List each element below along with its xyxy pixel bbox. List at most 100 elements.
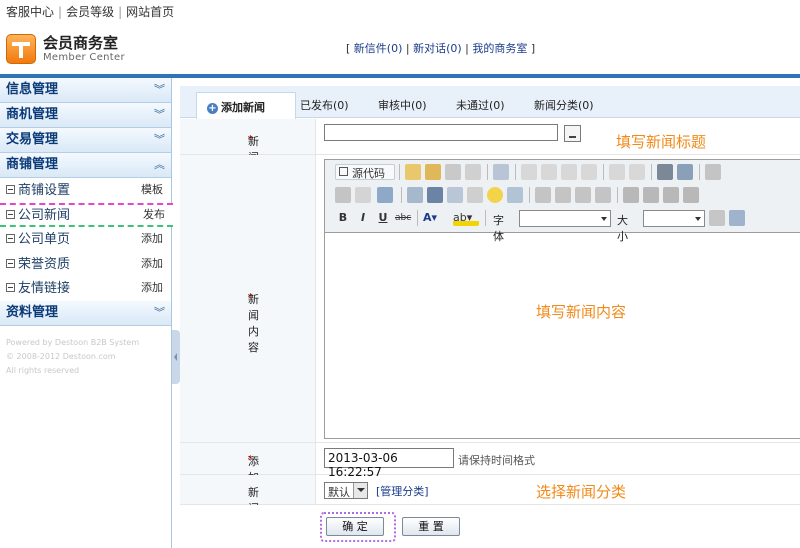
undo-icon[interactable] [609,164,625,180]
sidebar-item-honors[interactable]: 荣誉资质 添加 [0,252,171,277]
chevron-up-icon: ︽ [154,158,165,171]
link-customer-service[interactable]: 客服中心 [6,5,54,19]
tab-add-news[interactable]: + 添加新闻 [196,92,296,119]
add-time-input[interactable]: 2013-03-06 16:22:57 [324,448,454,479]
binoculars-icon[interactable] [657,164,673,180]
paste-icon[interactable] [425,164,441,180]
page-subtitle: Member Center [43,52,125,63]
plus-circle-icon: + [207,103,218,114]
tab-news-category[interactable]: 新闻分类(0) [534,97,594,113]
member-center-logo-icon [6,34,36,64]
sidebar-item-company-news[interactable]: 公司新闻 发布 [0,202,173,228]
tab-pending[interactable]: 审核中(0) [378,97,427,113]
link-my-office[interactable]: 我的商务室 [472,42,527,55]
fullscreen-icon[interactable] [729,210,745,226]
sidebar-menu-shop[interactable]: 商铺管理 ︽ [0,153,171,178]
header-links: [ 新信件(0) | 新对话(0) | 我的商务室 ] [346,42,536,55]
form-row-title: *新闻标题 填写新闻标题 [180,119,800,196]
align-right-icon[interactable] [663,187,679,203]
sidebar-action-add[interactable]: 添加 [141,227,163,251]
unlink-icon[interactable] [355,187,371,203]
cut-paste-icon[interactable] [405,164,421,180]
copy-icon[interactable] [541,164,557,180]
attachment-icon[interactable] [709,210,725,226]
sidebar-menu-business[interactable]: 商机管理 ︾ [0,103,171,128]
form-row-buttons: 确 定 重 置 [180,505,800,547]
date-format-hint: 请保持时间格式 [458,454,535,467]
title-style-dropdown[interactable] [564,125,581,142]
sidebar-item-friend-links[interactable]: 友情链接 添加 [0,276,171,301]
italic-icon[interactable]: I [355,210,371,226]
tab-published[interactable]: 已发布(0) [300,97,349,113]
anchor-icon[interactable] [377,187,393,203]
minus-box-icon [6,209,15,219]
sidebar-item-company-page[interactable]: 公司单页 添加 [0,227,171,252]
link-site-home[interactable]: 网站首页 [126,5,174,19]
news-title-input[interactable] [324,124,558,141]
paste-word-icon[interactable] [581,164,597,180]
header: 会员商务室 Member Center [ 新信件(0) | 新对话(0) | … [0,22,800,74]
sidebar-menu-info[interactable]: 信息管理 ︾ [0,78,171,103]
paste-text-icon[interactable] [561,164,577,180]
chevron-down-icon: ︾ [154,305,165,319]
minus-box-icon [6,185,15,194]
font-color-icon[interactable]: A▾ [423,210,449,226]
find-icon[interactable] [445,164,461,180]
chevron-down-icon [353,483,367,498]
manage-category-link[interactable]: [管理分类] [376,483,429,499]
chevron-down-icon: ︾ [154,133,165,146]
sidebar-action-add[interactable]: 添加 [141,252,163,276]
link-new-mail[interactable]: 新信件(0) [354,42,403,55]
confirm-button[interactable]: 确 定 [326,517,384,536]
redo-icon[interactable] [629,164,645,180]
font-size-select[interactable] [643,210,705,227]
tab-bar: + 添加新闻 已发布(0) 审核中(0) 未通过(0) 新闻分类(0) [180,86,800,119]
sidebar-action-template[interactable]: 模板 [141,178,163,202]
horizontal-rule-icon[interactable] [467,187,483,203]
print-icon[interactable] [465,164,481,180]
form-row-date: *添加时间 2013-03-06 16:22:57 请保持时间格式 [180,443,800,516]
image-icon[interactable] [407,187,423,203]
minus-box-icon [6,234,15,244]
table-icon[interactable] [447,187,463,203]
sidebar-menu-profile[interactable]: 资料管理 ︾ [0,300,171,326]
tab-rejected[interactable]: 未通过(0) [456,97,505,113]
align-justify-icon[interactable] [683,187,699,203]
sidebar-action-publish[interactable]: 发布 [143,205,165,225]
sidebar-item-shop-settings[interactable]: 商铺设置 模板 [0,178,171,203]
page-title: 会员商务室 [43,34,119,52]
indent-icon[interactable] [595,187,611,203]
eraser-icon[interactable] [705,164,721,180]
flash-icon[interactable] [427,187,443,203]
replace-icon[interactable] [677,164,693,180]
bullet-list-icon[interactable] [555,187,571,203]
link-icon[interactable] [335,187,351,203]
underline-icon[interactable]: U [375,210,391,226]
align-left-icon[interactable] [623,187,639,203]
link-member-level[interactable]: 会员等级 [66,5,114,19]
reset-button[interactable]: 重 置 [402,517,460,536]
sidebar: 信息管理 ︾ 商机管理 ︾ 交易管理 ︾ 商铺管理 ︽ 商铺设置 模板 公司新闻 发布 公司… [0,78,173,548]
smiley-icon[interactable] [487,187,503,203]
preview-icon[interactable] [493,164,509,180]
minus-box-icon [6,283,15,293]
source-code-button[interactable]: 源代码 [335,164,395,180]
bold-icon[interactable]: B [335,210,351,226]
news-category-select[interactable]: 默认 [324,482,368,499]
sidebar-menu-trade[interactable]: 交易管理 ︾ [0,128,171,153]
align-center-icon[interactable] [643,187,659,203]
sidebar-collapse-handle[interactable] [172,330,180,384]
numbered-list-icon[interactable] [535,187,551,203]
font-family-select[interactable] [519,210,611,227]
sidebar-action-add[interactable]: 添加 [141,276,163,300]
top-links-bar: 客服中心 | 会员等级 | 网站首页 [6,5,175,19]
form-row-content: * 新闻内容 源代码 B I U abc A▾ ab▾ 字体 大小 填写新闻内容 [180,155,800,443]
content-hint: 填写新闻内容 [536,303,627,321]
special-char-icon[interactable] [507,187,523,203]
editor-content-area[interactable] [325,233,800,439]
highlight-color-icon[interactable]: ab▾ [453,210,479,226]
outdent-icon[interactable] [575,187,591,203]
cut-icon[interactable] [521,164,537,180]
link-new-chat[interactable]: 新对话(0) [413,42,462,55]
strikethrough-icon[interactable]: abc [395,210,411,226]
